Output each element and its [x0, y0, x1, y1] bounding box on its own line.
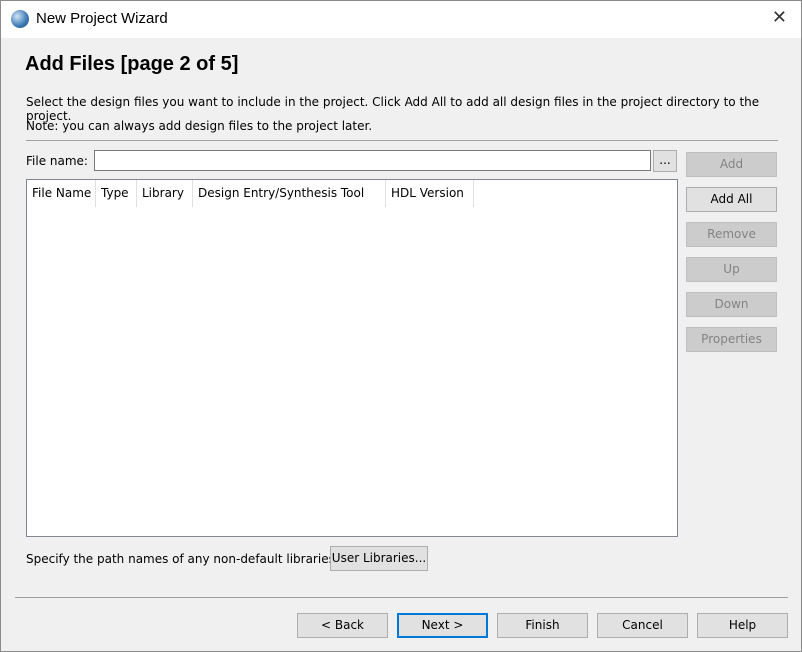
column-header[interactable]: Library: [137, 180, 193, 207]
add-button[interactable]: Add: [686, 152, 777, 177]
column-header[interactable]: Type: [96, 180, 137, 207]
down-button[interactable]: Down: [686, 292, 777, 317]
next-button[interactable]: Next >: [397, 613, 488, 638]
column-header[interactable]: HDL Version: [386, 180, 474, 207]
user-libraries-button[interactable]: User Libraries...: [330, 546, 428, 571]
add-all-button[interactable]: Add All: [686, 187, 777, 212]
column-header[interactable]: Design Entry/Synthesis Tool: [193, 180, 386, 207]
libraries-text: Specify the path names of any non-defaul…: [26, 552, 339, 566]
divider: [26, 140, 778, 141]
finish-button[interactable]: Finish: [497, 613, 588, 638]
page-title: Add Files [page 2 of 5]: [25, 53, 239, 75]
app-icon: [11, 10, 29, 28]
window-title: New Project Wizard: [36, 10, 168, 27]
remove-button[interactable]: Remove: [686, 222, 777, 247]
browse-button[interactable]: ...: [653, 150, 677, 172]
title-bar: New Project Wizard ✕: [1, 1, 801, 38]
cancel-button[interactable]: Cancel: [597, 613, 688, 638]
footer-divider: [15, 597, 788, 598]
close-icon[interactable]: ✕: [772, 7, 787, 28]
properties-button[interactable]: Properties: [686, 327, 777, 352]
page-note: Note: you can always add design files to…: [26, 119, 373, 133]
files-table[interactable]: File Name Type Library Design Entry/Synt…: [26, 179, 678, 537]
up-button[interactable]: Up: [686, 257, 777, 282]
back-button[interactable]: < Back: [297, 613, 388, 638]
file-name-input[interactable]: [94, 150, 651, 171]
file-name-label: File name:: [26, 154, 88, 168]
column-header[interactable]: File Name: [27, 180, 96, 207]
help-button[interactable]: Help: [697, 613, 788, 638]
